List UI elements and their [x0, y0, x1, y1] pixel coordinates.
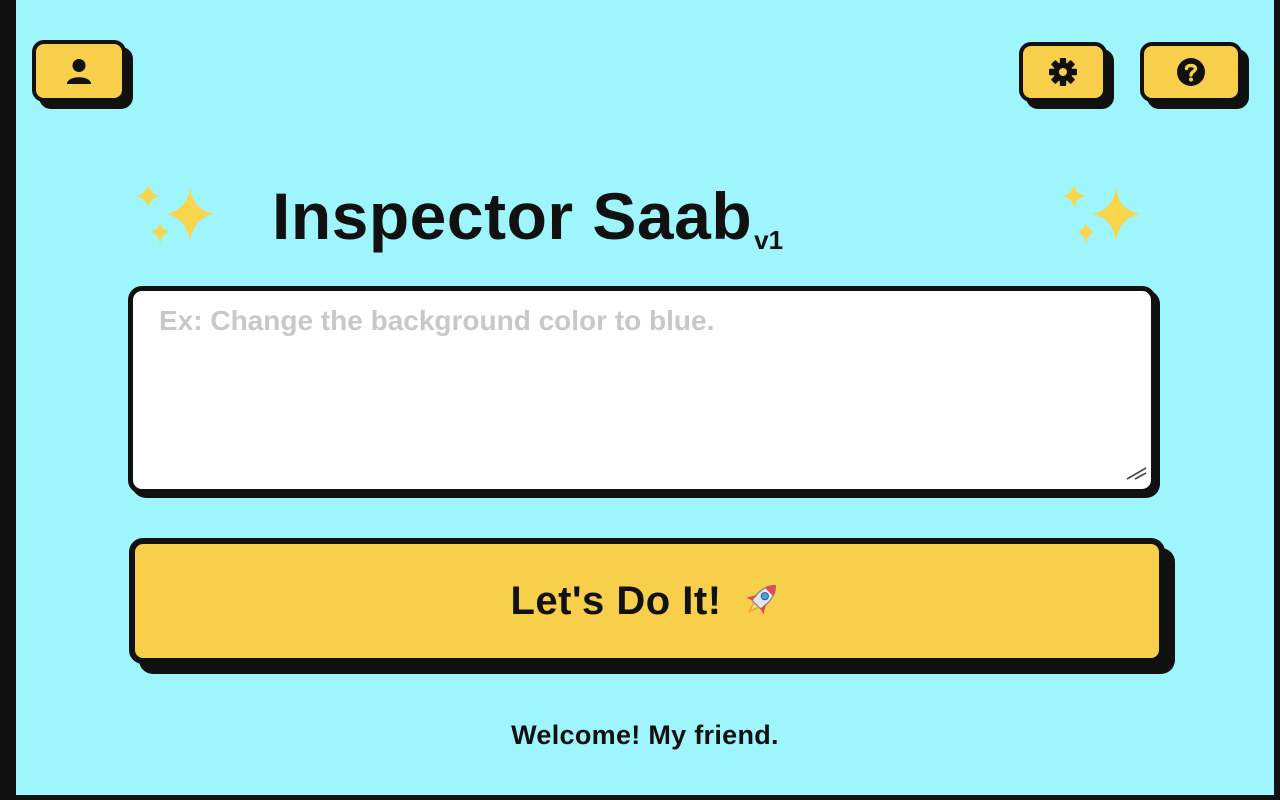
sparkles-icon — [132, 184, 226, 255]
title-row: Inspector Saabv1 — [16, 170, 1274, 260]
title-text: Inspector Saab — [272, 179, 753, 253]
button-label: Let's Do It! — [510, 578, 722, 623]
version-badge: v1 — [754, 225, 784, 255]
user-icon — [65, 57, 93, 85]
welcome-message: Welcome! My friend. — [511, 720, 779, 750]
help-icon — [1176, 57, 1206, 87]
gear-icon — [1048, 57, 1078, 87]
help-button[interactable] — [1140, 42, 1242, 102]
prompt-box — [128, 286, 1156, 494]
settings-button[interactable] — [1019, 42, 1107, 102]
app-panel: Inspector Saabv1 Let's Do It! — [0, 0, 1280, 800]
resize-grip-icon[interactable] — [1125, 466, 1147, 485]
sparkles-icon — [1058, 184, 1152, 255]
page-title: Inspector Saabv1 — [272, 178, 783, 278]
prompt-input[interactable] — [133, 291, 1151, 489]
lets-do-it-button[interactable]: Let's Do It! — [129, 538, 1165, 664]
rocket-icon — [740, 577, 784, 626]
profile-button[interactable] — [32, 40, 126, 102]
